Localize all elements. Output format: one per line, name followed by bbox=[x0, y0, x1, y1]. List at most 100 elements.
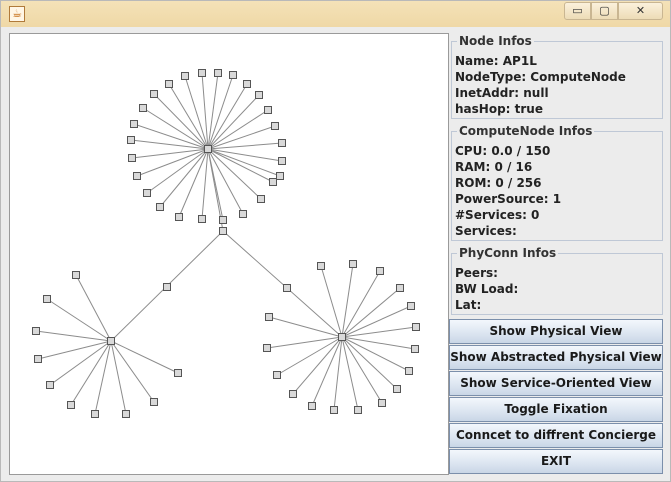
hub-right-leaf-node[interactable] bbox=[273, 371, 281, 379]
hub-top-leaf-node[interactable] bbox=[271, 122, 279, 130]
hub-left-leaf-node[interactable] bbox=[34, 355, 42, 363]
graph-edge bbox=[49, 340, 112, 386]
maximize-button[interactable]: ▢ bbox=[591, 2, 618, 20]
hub-left-leaf-node[interactable] bbox=[72, 271, 80, 279]
graph-edge bbox=[35, 330, 112, 342]
hub-right-leaf-node[interactable] bbox=[354, 406, 362, 414]
hub-top-leaf-node[interactable] bbox=[139, 104, 147, 112]
hub-right-leaf-node[interactable] bbox=[308, 402, 316, 410]
graph-edge bbox=[333, 336, 343, 411]
hub-top-leaf-node[interactable] bbox=[175, 213, 183, 221]
graph-edge bbox=[341, 287, 401, 338]
graph-edge bbox=[207, 148, 224, 221]
minimize-button[interactable]: ▭ bbox=[564, 2, 591, 20]
hub-top-leaf-node[interactable] bbox=[143, 189, 151, 197]
ram-value: RAM: 0 / 16 bbox=[455, 160, 533, 174]
power-source: PowerSource: 1 bbox=[455, 192, 562, 206]
hub-top-leaf-node[interactable] bbox=[243, 80, 251, 88]
hub-top-leaf-node[interactable] bbox=[181, 72, 189, 80]
hub-top-leaf-node[interactable] bbox=[278, 157, 286, 165]
hub-top-leaf-node[interactable] bbox=[128, 154, 136, 162]
show-physical-view-button[interactable]: Show Physical View bbox=[449, 319, 663, 344]
hub-left-leaf-node[interactable] bbox=[43, 295, 51, 303]
graph-edge bbox=[207, 94, 260, 150]
hub-right-leaf-node[interactable] bbox=[349, 260, 357, 268]
hub-top-leaf-node[interactable] bbox=[214, 69, 222, 77]
phyconn-infos-panel: PhyConn Infos Peers: BW Load: Lat: bbox=[451, 245, 663, 315]
hub-top-leaf-node[interactable] bbox=[130, 120, 138, 128]
close-button[interactable]: ✕ bbox=[618, 2, 663, 20]
network-graph[interactable] bbox=[10, 34, 448, 474]
hub-right-leaf-node[interactable] bbox=[317, 262, 325, 270]
relay-node[interactable] bbox=[219, 227, 227, 235]
hub-top-leaf-node[interactable] bbox=[269, 178, 277, 186]
graph-edge bbox=[46, 298, 112, 342]
hub-right-leaf-node[interactable] bbox=[378, 399, 386, 407]
phyconn-infos-title: PhyConn Infos bbox=[457, 245, 559, 261]
hub-top-leaf-node[interactable] bbox=[255, 91, 263, 99]
show-abstracted-view-button[interactable]: Show Abstracted Physical View bbox=[449, 345, 663, 370]
hub-top-leaf-node[interactable] bbox=[257, 195, 265, 203]
hub-top-leaf-node[interactable] bbox=[127, 136, 135, 144]
hub-top-leaf-node[interactable] bbox=[278, 139, 286, 147]
hub-right-leaf-node[interactable] bbox=[412, 323, 420, 331]
node-type: NodeType: ComputeNode bbox=[455, 70, 626, 84]
exit-button[interactable]: EXIT bbox=[449, 449, 663, 474]
services-count: #Services: 0 bbox=[455, 208, 540, 222]
hub-right-leaf-node[interactable] bbox=[411, 345, 419, 353]
toggle-fixation-button[interactable]: Toggle Fixation bbox=[449, 397, 663, 422]
hub-top-leaf-node[interactable] bbox=[133, 172, 141, 180]
graph-edge bbox=[70, 340, 112, 406]
hub-left-leaf-node[interactable] bbox=[150, 398, 158, 406]
graph-edge bbox=[75, 274, 112, 342]
hub-left-leaf-node[interactable] bbox=[91, 410, 99, 418]
graph-edge bbox=[311, 336, 343, 407]
graph-canvas[interactable] bbox=[9, 33, 449, 475]
graph-edge bbox=[201, 148, 209, 220]
hub-right-leaf-node[interactable] bbox=[376, 267, 384, 275]
graph-edge bbox=[207, 74, 234, 150]
hub-top-leaf-node[interactable] bbox=[276, 172, 284, 180]
show-service-view-button[interactable]: Show Service-Oriented View bbox=[449, 371, 663, 396]
hub-left-leaf-node[interactable] bbox=[122, 410, 130, 418]
services-list: Services: bbox=[455, 224, 517, 238]
hub-top-leaf-node[interactable] bbox=[150, 90, 158, 98]
hub-top-leaf-node[interactable] bbox=[229, 71, 237, 79]
rom-value: ROM: 0 / 256 bbox=[455, 176, 542, 190]
hub-right-leaf-node[interactable] bbox=[289, 390, 297, 398]
hub-right-leaf-node[interactable] bbox=[263, 344, 271, 352]
hub-left-node[interactable] bbox=[107, 337, 115, 345]
hub-top-leaf-node[interactable] bbox=[239, 210, 247, 218]
graph-edge bbox=[184, 75, 209, 150]
hub-right-leaf-node[interactable] bbox=[396, 284, 404, 292]
graph-edge bbox=[94, 340, 112, 415]
node-has-hop: hasHop: true bbox=[455, 102, 543, 116]
hub-right-leaf-node[interactable] bbox=[407, 302, 415, 310]
hub-right-leaf-node[interactable] bbox=[405, 367, 413, 375]
node-name: Name: AP1L bbox=[455, 54, 537, 68]
hub-top-leaf-node[interactable] bbox=[198, 69, 206, 77]
hub-right-node[interactable] bbox=[338, 333, 346, 341]
hub-top-leaf-node[interactable] bbox=[219, 216, 227, 224]
hub-right-leaf-node[interactable] bbox=[393, 385, 401, 393]
hub-right-leaf-node[interactable] bbox=[265, 313, 273, 321]
app-window: ☕ ▭ ▢ ✕ Node Infos Name: AP1L NodeType: … bbox=[0, 0, 671, 482]
relay-node[interactable] bbox=[283, 284, 291, 292]
hub-top-leaf-node[interactable] bbox=[264, 106, 272, 114]
relay-node[interactable] bbox=[163, 283, 171, 291]
graph-edge bbox=[320, 265, 343, 338]
hub-top-leaf-node[interactable] bbox=[198, 215, 206, 223]
hub-left-leaf-node[interactable] bbox=[32, 327, 40, 335]
hub-left-leaf-node[interactable] bbox=[46, 381, 54, 389]
graph-edge bbox=[207, 142, 283, 150]
bw-load-value: BW Load: bbox=[455, 282, 519, 296]
node-infos-panel: Node Infos Name: AP1L NodeType: ComputeN… bbox=[451, 33, 663, 119]
hub-left-leaf-node[interactable] bbox=[174, 369, 182, 377]
hub-top-node[interactable] bbox=[204, 145, 212, 153]
hub-top-leaf-node[interactable] bbox=[156, 203, 164, 211]
hub-top-leaf-node[interactable] bbox=[165, 80, 173, 88]
hub-left-leaf-node[interactable] bbox=[67, 401, 75, 409]
hub-right-leaf-node[interactable] bbox=[330, 406, 338, 414]
connect-concierge-button[interactable]: Conncet to diffrent Concierge bbox=[449, 423, 663, 448]
node-inet-addr: InetAddr: null bbox=[455, 86, 549, 100]
